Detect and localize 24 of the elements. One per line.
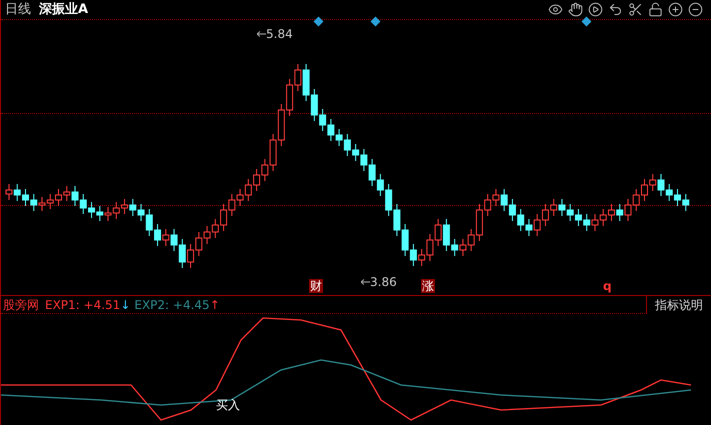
scissors-icon[interactable]: [628, 2, 643, 17]
indicator-value: EXP1: +4.51: [45, 297, 120, 314]
security-name: 深振业A: [39, 0, 88, 19]
high-price-label: 5.84: [266, 26, 293, 43]
undo-icon[interactable]: [608, 2, 623, 17]
indicator-help-button[interactable]: 指标说明: [646, 296, 711, 314]
zoom-out-icon[interactable]: [688, 2, 703, 17]
leader-line: [257, 31, 266, 37]
eye-icon[interactable]: [548, 2, 563, 17]
event-marker[interactable]: 财: [309, 279, 323, 293]
trend-arrow: ↑: [210, 297, 220, 314]
event-marker[interactable]: q: [603, 279, 612, 293]
indicator-value: EXP2: +4.45: [134, 297, 210, 314]
unlock-icon[interactable]: [648, 2, 663, 17]
leader-line: [361, 279, 370, 285]
chart-period: 日线: [5, 0, 31, 19]
hand-icon[interactable]: [568, 2, 583, 17]
event-marker[interactable]: 涨: [421, 279, 435, 293]
zoom-in-icon[interactable]: [668, 2, 683, 17]
trend-arrow: ↓: [120, 297, 130, 314]
play-icon[interactable]: [588, 2, 603, 17]
indicator-name: 股旁网: [2, 297, 40, 314]
low-price-label: 3.86: [370, 274, 397, 291]
buy-signal-label: 买入: [216, 397, 240, 414]
